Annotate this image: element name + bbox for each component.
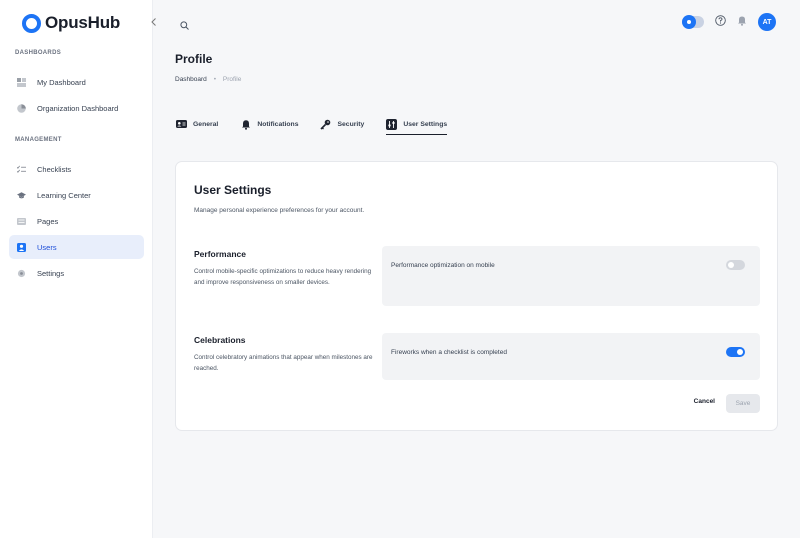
- settings-sliders-icon: [386, 118, 398, 130]
- toggle-knob: [728, 262, 734, 268]
- user-icon: [17, 242, 26, 252]
- tab-label: User Settings: [403, 120, 448, 128]
- cancel-button[interactable]: Cancel: [694, 398, 715, 405]
- notifications-button[interactable]: [737, 13, 747, 31]
- pages-icon: [17, 217, 26, 226]
- tab-general[interactable]: General: [176, 115, 218, 133]
- search-button[interactable]: [180, 17, 189, 35]
- sidebar-item-pages[interactable]: Pages: [9, 209, 144, 233]
- celebrations-section-description: Control celebratory animations that appe…: [194, 354, 373, 372]
- checklist-icon: [17, 165, 26, 174]
- avatar[interactable]: AT: [758, 13, 776, 31]
- sidebar-item-label: Learning Center: [37, 190, 91, 200]
- performance-section-description: Control mobile-specific optimizations to…: [194, 268, 372, 286]
- org-dashboard-icon: [17, 103, 26, 113]
- sidebar: OpusHub DASHBOARDS My Dashboard Organiza…: [0, 0, 153, 538]
- card-title: User Settings: [194, 183, 272, 197]
- help-icon: [715, 15, 726, 26]
- performance-setting-label: Performance optimization on mobile: [391, 262, 495, 269]
- breadcrumb: Dashboard • Profile: [175, 76, 241, 83]
- sidebar-item-label: Checklists: [37, 164, 72, 174]
- celebrations-setting-label: Fireworks when a checklist is completed: [391, 349, 507, 356]
- collapse-sidebar-button[interactable]: [148, 18, 160, 30]
- app-name: OpusHub: [45, 13, 121, 32]
- search-icon: [180, 21, 189, 30]
- chevron-left-icon: [151, 18, 156, 26]
- app-logo[interactable]: OpusHub: [22, 13, 120, 33]
- id-card-icon: [176, 119, 187, 130]
- sidebar-item-checklists[interactable]: Checklists: [9, 157, 144, 181]
- sidebar-item-label: Pages: [37, 216, 59, 226]
- profile-tabs: General Notifications Security User Sett…: [176, 115, 469, 135]
- bell-icon: [738, 16, 746, 26]
- tab-security[interactable]: Security: [320, 115, 364, 133]
- performance-section-title: Performance: [194, 249, 246, 259]
- help-button[interactable]: [715, 13, 726, 31]
- breadcrumb-home-link[interactable]: Dashboard: [175, 76, 207, 83]
- sidebar-item-organization-dashboard[interactable]: Organization Dashboard: [9, 96, 144, 120]
- dashboard-icon: [17, 77, 26, 87]
- sidebar-item-label: Users: [37, 242, 57, 252]
- tab-notifications[interactable]: Notifications: [240, 115, 298, 133]
- logo-ring-icon: [22, 13, 41, 33]
- tab-label: General: [193, 120, 219, 128]
- user-settings-card: User Settings Manage personal experience…: [175, 161, 778, 431]
- sidebar-item-label: Settings: [37, 268, 65, 278]
- celebrations-section-title: Celebrations: [194, 335, 246, 345]
- fireworks-toggle[interactable]: [726, 347, 745, 357]
- graduation-cap-icon: [17, 191, 26, 200]
- sidebar-item-my-dashboard[interactable]: My Dashboard: [9, 70, 144, 94]
- section-label-management: MANAGEMENT: [15, 137, 62, 143]
- breadcrumb-separator-icon: •: [213, 76, 216, 83]
- sidebar-item-label: Organization Dashboard: [37, 103, 119, 113]
- card-subtitle: Manage personal experience preferences f…: [194, 207, 365, 214]
- bell-icon: [240, 119, 251, 130]
- celebrations-setting-row: Fireworks when a checklist is completed: [382, 333, 760, 380]
- sidebar-item-learning-center[interactable]: Learning Center: [9, 183, 144, 207]
- sidebar-item-settings[interactable]: Settings: [9, 261, 144, 285]
- performance-setting-row: Performance optimization on mobile: [382, 246, 760, 306]
- theme-toggle[interactable]: [682, 15, 704, 29]
- breadcrumb-current: Profile: [222, 76, 242, 83]
- save-button[interactable]: Save: [726, 394, 760, 413]
- tab-user-settings[interactable]: User Settings: [386, 115, 448, 135]
- sidebar-item-label: My Dashboard: [37, 77, 86, 87]
- page-title: Profile: [175, 52, 213, 66]
- topbar-actions: AT: [682, 13, 776, 31]
- section-label-dashboards: DASHBOARDS: [15, 50, 62, 56]
- key-icon: [320, 119, 331, 130]
- gear-icon: [17, 269, 26, 278]
- performance-optimization-toggle[interactable]: [726, 260, 745, 270]
- toggle-knob: [737, 349, 743, 355]
- sidebar-item-users[interactable]: Users: [9, 235, 144, 259]
- tab-label: Security: [337, 120, 365, 128]
- tab-label: Notifications: [257, 120, 299, 128]
